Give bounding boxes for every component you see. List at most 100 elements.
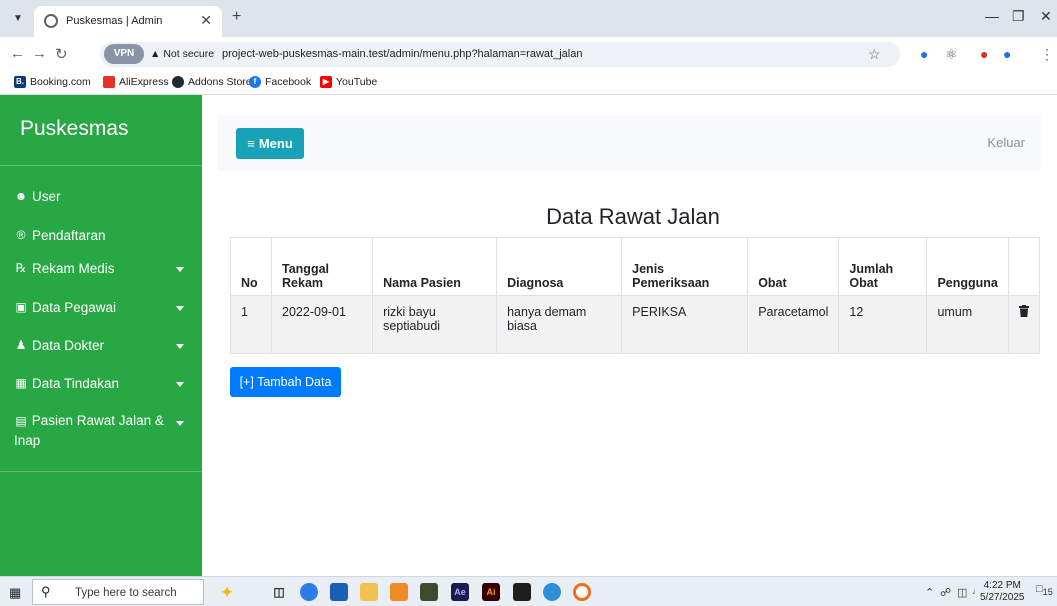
column-header: Jumlah Obat xyxy=(838,237,928,296)
cell-obat: Paracetamol xyxy=(747,295,840,354)
security-indicator[interactable]: ▲ Not secure xyxy=(150,48,214,60)
file-explorer-icon[interactable] xyxy=(360,583,378,601)
copilot-sparkle-icon[interactable]: ✦ xyxy=(218,583,236,601)
aliexpress-icon xyxy=(103,76,115,88)
cell-jumlah: 12 xyxy=(838,295,928,354)
profile-icon[interactable]: ● xyxy=(980,46,988,62)
column-header: Diagnosa xyxy=(496,237,623,296)
table-row: 1 2022-09-01 rizki bayu septiabudi hanya… xyxy=(229,295,1041,354)
column-header: Nama Pasien xyxy=(372,237,498,296)
facebook-icon: f xyxy=(249,76,261,88)
reload-icon[interactable]: ↻ xyxy=(55,45,68,63)
new-tab-button[interactable]: + xyxy=(232,8,241,26)
sidebar-item-data-tindakan[interactable]: ▦ Data Tindakan xyxy=(14,376,194,391)
sidebar-brand[interactable]: Puskesmas xyxy=(20,117,129,141)
more-menu-icon[interactable]: ⋮ xyxy=(1040,46,1054,63)
app-blue-icon[interactable] xyxy=(543,583,561,601)
menu-toggle-button[interactable]: ≡ Menu xyxy=(236,128,304,159)
add-data-button[interactable]: [+] Tambah Data xyxy=(230,367,341,397)
forward-icon[interactable]: → xyxy=(32,45,47,62)
sidebar-item-rekam-medis[interactable]: ℞ Rekam Medis xyxy=(14,261,194,276)
bookmark-youtube[interactable]: ▶ YouTube xyxy=(320,76,377,88)
after-effects-icon[interactable]: Ae xyxy=(451,583,469,601)
medical-record-icon: ℞ xyxy=(15,261,27,275)
browser-tab[interactable]: Puskesmas | Admin ✕ xyxy=(34,6,222,37)
close-window-icon[interactable]: ✕ xyxy=(1040,8,1052,25)
cell-action xyxy=(1007,295,1041,354)
url-text[interactable]: project-web-puskesmas-main.test/admin/me… xyxy=(222,48,582,60)
sidebar-item-data-pegawai[interactable]: ▣ Data Pegawai xyxy=(14,300,194,315)
taskbar-search-input[interactable]: ⚲ Type here to search xyxy=(32,579,204,605)
chrome-like-icon[interactable] xyxy=(573,583,591,601)
browser-tab-bar: ▼ Puskesmas | Admin ✕ + — ❐ ✕ xyxy=(0,0,1057,37)
chevron-down-icon xyxy=(176,421,184,426)
taskbar-clock[interactable]: 4:22 PM 5/27/2025 xyxy=(980,580,1025,604)
extensions-puzzle-icon[interactable]: ⚛ xyxy=(945,46,958,63)
sidebar-item-data-dokter[interactable]: ♟ Data Dokter xyxy=(14,338,194,353)
column-header: Tanggal Rekam xyxy=(271,237,374,296)
youtube-icon: ▶ xyxy=(320,76,332,88)
bed-icon: ▤ xyxy=(15,414,27,428)
chevron-down-icon xyxy=(176,267,184,272)
bookmark-facebook[interactable]: f Facebook xyxy=(249,76,311,88)
tray-chevron-up-icon[interactable]: ⌃ xyxy=(925,586,934,599)
shield-icon[interactable]: ● xyxy=(1003,46,1011,62)
vpn-badge[interactable]: VPN xyxy=(104,44,144,64)
column-header: No xyxy=(229,237,273,296)
edge-icon[interactable] xyxy=(300,583,318,601)
bookmark-booking[interactable]: B. Booking.com xyxy=(14,76,91,88)
task-view-icon[interactable]: ◫ xyxy=(270,583,288,601)
store-icon[interactable] xyxy=(330,583,348,601)
chevron-down-icon xyxy=(176,344,184,349)
cell-diagnosa: hanya demam biasa xyxy=(496,295,623,354)
windows-taskbar: ▦ ⚲ Type here to search ✦ ◫ Ae Ai ⌃ ☍ ◫ … xyxy=(0,576,1057,606)
sidebar-item-pasien-rawat[interactable]: ▤ Pasien Rawat Jalan & Inap xyxy=(14,411,194,451)
notification-icon[interactable]: □15 xyxy=(1036,583,1053,597)
chevron-down-icon xyxy=(176,306,184,311)
sidebar-item-user[interactable]: ☻ User xyxy=(14,189,194,204)
figma-icon[interactable] xyxy=(513,583,531,601)
search-placeholder: Type here to search xyxy=(75,587,177,599)
users-icon: ☻ xyxy=(14,189,28,203)
sidebar-item-pendaftaran[interactable]: ® Pendaftaran xyxy=(14,228,194,243)
sidebar: Puskesmas ☻ User ® Pendaftaran ℞ Rekam M… xyxy=(0,95,202,576)
id-card-icon: ▣ xyxy=(15,300,27,314)
hamburger-icon: ≡ xyxy=(247,136,255,151)
column-header: Jenis Pemeriksaan xyxy=(621,237,749,296)
bookmark-aliexpress[interactable]: AliExpress xyxy=(103,76,169,88)
browser-toolbar: ← → ↻ VPN ▲ Not secure project-web-puske… xyxy=(0,37,1057,71)
game-app-icon[interactable] xyxy=(420,583,438,601)
sidebar-divider xyxy=(0,471,202,472)
minimize-icon[interactable]: — xyxy=(985,8,999,24)
globe-icon xyxy=(44,14,58,28)
cell-no: 1 xyxy=(229,295,273,354)
table-header-row: No Tanggal Rekam Nama Pasien Diagnosa Je… xyxy=(229,237,1041,296)
bookmark-star-icon[interactable]: ☆ xyxy=(868,46,881,63)
cell-pengguna: umum xyxy=(926,295,1009,354)
windows-start-icon[interactable]: ▦ xyxy=(9,585,21,601)
column-header xyxy=(1007,237,1041,296)
restore-icon[interactable]: ❐ xyxy=(1012,8,1025,25)
close-tab-icon[interactable]: ✕ xyxy=(200,12,212,29)
registered-icon: ® xyxy=(16,228,26,242)
search-icon: ⚲ xyxy=(41,584,51,599)
page-title: Data Rawat Jalan xyxy=(546,204,720,229)
logout-link[interactable]: Keluar xyxy=(987,135,1025,150)
app-orange-icon[interactable] xyxy=(390,583,408,601)
main-content: ≡ Menu Keluar Data Rawat Jalan No Tangga… xyxy=(202,95,1057,576)
cell-jenis: PERIKSA xyxy=(621,295,749,354)
column-header: Obat xyxy=(747,237,840,296)
top-navbar: ≡ Menu Keluar xyxy=(218,115,1041,171)
cell-tanggal: 2022-09-01 xyxy=(271,295,374,354)
extension-shield-icon[interactable]: ● xyxy=(920,46,928,62)
network-icon[interactable]: ☍ xyxy=(940,586,951,599)
bookmark-addons-store[interactable]: Addons Store xyxy=(172,76,252,88)
back-icon[interactable]: ← xyxy=(10,45,25,62)
trash-icon[interactable] xyxy=(1018,305,1029,320)
language-icon[interactable]: ◫ xyxy=(957,586,967,599)
illustrator-icon[interactable]: Ai xyxy=(482,583,500,601)
tab-search-dropdown[interactable]: ▼ xyxy=(8,9,28,29)
addons-icon xyxy=(172,76,184,88)
doctor-icon: ♟ xyxy=(15,338,27,352)
tab-title: Puskesmas | Admin xyxy=(66,15,163,27)
